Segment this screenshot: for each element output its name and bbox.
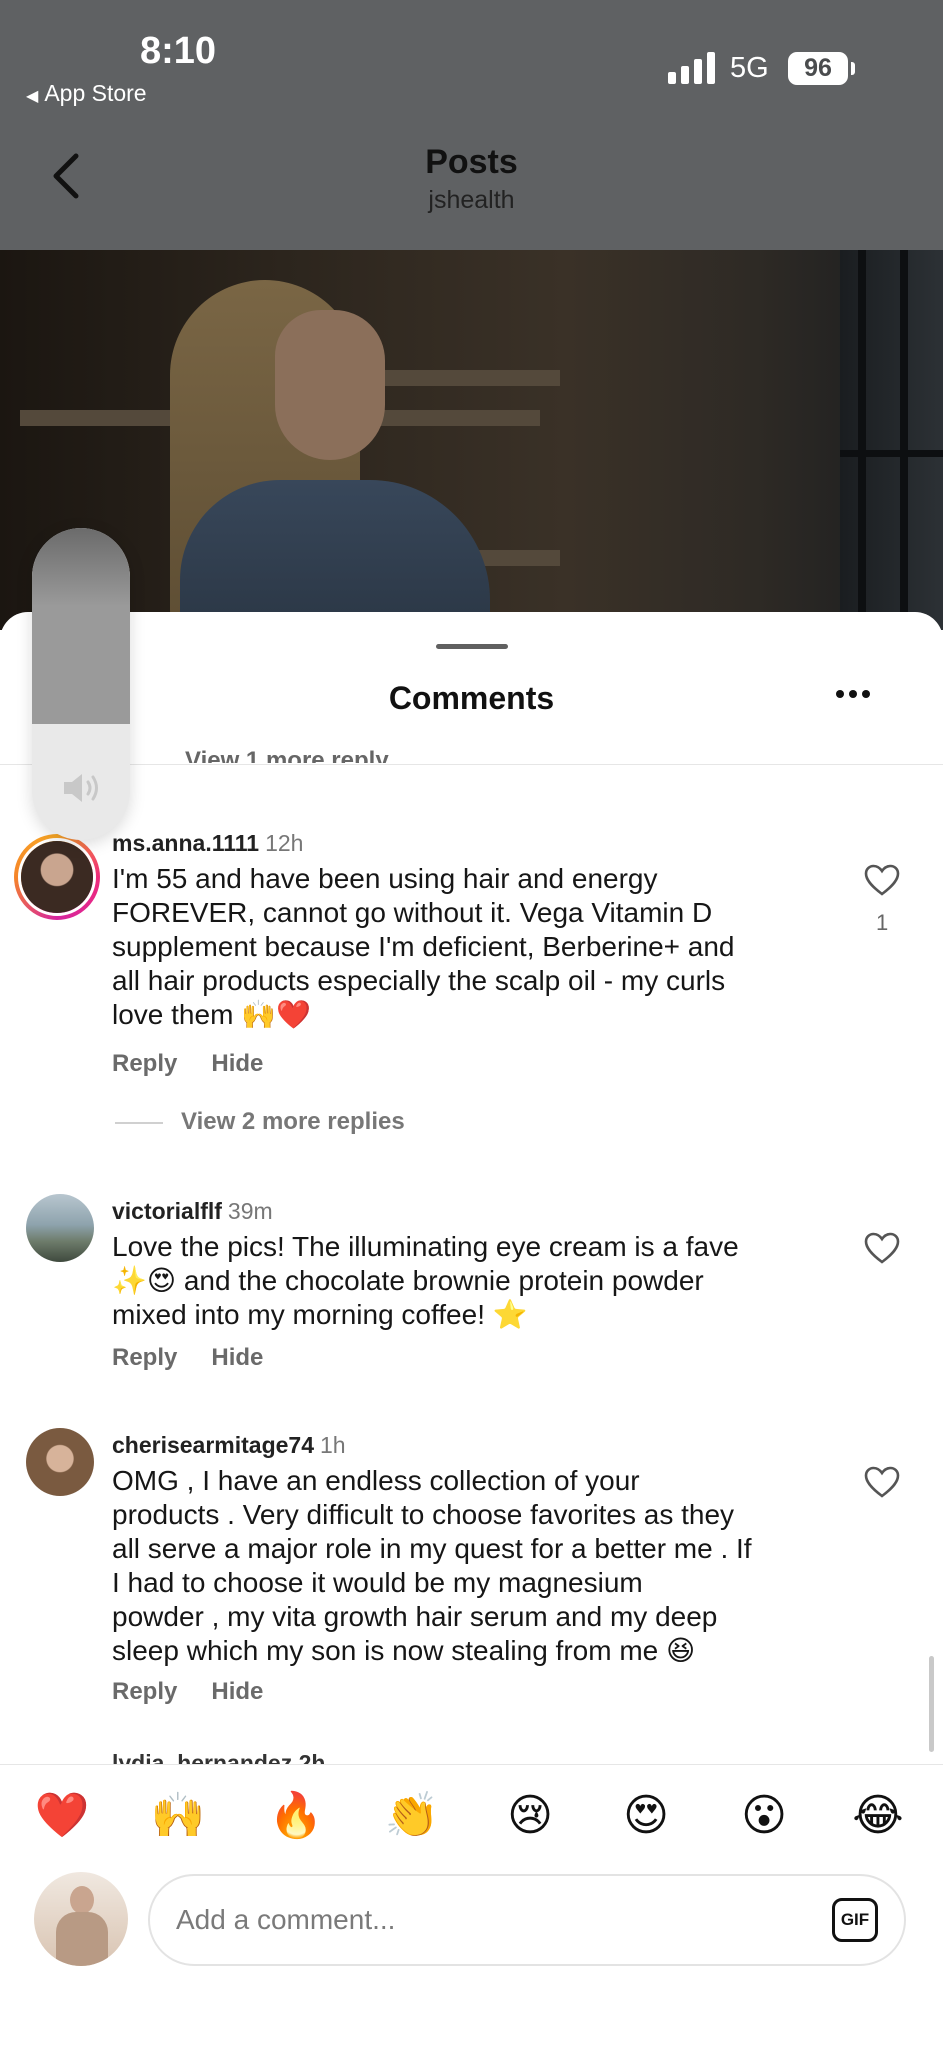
- comment-line: Love the pics! The illuminating eye crea…: [112, 1231, 739, 1262]
- username[interactable]: victorialflf: [112, 1198, 222, 1224]
- partial-next-comment: lydia_hernandez 2h: [112, 1752, 325, 1764]
- volume-level: [32, 528, 130, 724]
- replies-line: [115, 1121, 163, 1124]
- emoji-surprised[interactable]: 😮: [734, 1786, 794, 1846]
- emoji-fire[interactable]: 🔥: [266, 1786, 326, 1846]
- avatar-image: [26, 1194, 94, 1262]
- emoji-laughing[interactable]: 😂: [848, 1786, 908, 1846]
- comment-text: Love the pics! The illuminating eye crea…: [112, 1230, 832, 1332]
- comment-actions: Reply Hide: [112, 1050, 297, 1078]
- sheet-divider: [0, 764, 943, 765]
- back-app-label: App Store: [44, 80, 147, 106]
- window-frame: [840, 450, 943, 457]
- window-frame: [858, 250, 866, 630]
- emoji-heart[interactable]: ❤️: [32, 1786, 92, 1846]
- username[interactable]: ms.anna.1111: [112, 830, 259, 856]
- emoji-divider: [0, 1764, 943, 1765]
- window-frame: [900, 250, 908, 630]
- comment-input-box[interactable]: GIF: [148, 1874, 906, 1966]
- quick-emoji-bar: ❤️ 🙌 🔥 👏 😢 😍 😮 😂: [0, 1786, 943, 1846]
- comment-line: sleep which my son is now stealing from …: [112, 1635, 696, 1666]
- gif-button[interactable]: GIF: [832, 1898, 878, 1942]
- window-door: [840, 250, 943, 630]
- person-shirt: [180, 480, 490, 630]
- comment-line: powder , my vita growth hair serum and m…: [112, 1601, 718, 1632]
- comment-line: I had to choose it would be my magnesium: [112, 1567, 643, 1598]
- comment-author[interactable]: cherisearmitage74 1h: [112, 1432, 346, 1459]
- page-subtitle[interactable]: jshealth: [0, 186, 943, 215]
- avatar[interactable]: [26, 1194, 94, 1262]
- comments-title: Comments: [388, 680, 555, 716]
- emoji-crying[interactable]: 😢: [500, 1786, 560, 1846]
- volume-indicator: [32, 528, 130, 840]
- reply-button[interactable]: Reply: [112, 1344, 177, 1371]
- scroll-indicator[interactable]: [929, 1656, 934, 1752]
- comment-line: FOREVER, cannot go without it. Vega Vita…: [112, 897, 713, 928]
- comment-line: products . Very difficult to choose favo…: [112, 1499, 735, 1530]
- heart-icon[interactable]: [864, 1232, 900, 1264]
- battery-tip: [851, 62, 855, 75]
- more-options-icon[interactable]: [836, 690, 870, 700]
- back-triangle-icon: ◀: [26, 88, 39, 105]
- hide-button[interactable]: Hide: [211, 1344, 263, 1371]
- comment-time: 39m: [227, 1198, 273, 1224]
- comment-text: OMG , I have an endless collection of yo…: [112, 1464, 832, 1668]
- comment-time: 1h: [320, 1432, 346, 1458]
- shelf: [380, 370, 560, 386]
- battery-icon: 96: [788, 52, 848, 85]
- avatar-head: [70, 1886, 94, 1914]
- comment-actions: Reply Hide: [112, 1678, 297, 1706]
- speaker-icon: [64, 774, 98, 802]
- heart-icon[interactable]: [864, 864, 900, 896]
- emoji-clap[interactable]: 👏: [382, 1786, 442, 1846]
- comment-line: supplement because I'm deficient, Berber…: [112, 931, 735, 962]
- page-title: Posts: [425, 143, 518, 181]
- comment-text: I'm 55 and have been using hair and ener…: [112, 862, 832, 1032]
- hide-button[interactable]: Hide: [211, 1678, 263, 1705]
- comment-line: OMG , I have an endless collection of yo…: [112, 1465, 640, 1496]
- header-bar: 8:10 ◀ App Store 5G 96 Posts jshealth: [0, 0, 943, 250]
- comment-line: mixed into my morning coffee! ⭐: [112, 1299, 528, 1330]
- avatar[interactable]: [14, 834, 100, 920]
- reply-button[interactable]: Reply: [112, 1678, 177, 1705]
- comment-input[interactable]: [176, 1898, 756, 1942]
- avatar-body: [56, 1912, 108, 1966]
- reply-button[interactable]: Reply: [112, 1050, 177, 1077]
- like-count[interactable]: 1: [876, 910, 888, 936]
- heart-icon[interactable]: [864, 1466, 900, 1498]
- comment-actions: Reply Hide: [112, 1344, 297, 1372]
- back-to-app-store[interactable]: ◀ App Store: [26, 80, 147, 107]
- comment-line: love them 🙌❤️: [112, 999, 311, 1030]
- comment-line: all hair products especially the scalp o…: [112, 965, 726, 996]
- person-face: [275, 310, 385, 460]
- my-avatar: [34, 1872, 128, 1966]
- sheet-grabber[interactable]: [436, 644, 508, 649]
- network-label: 5G: [730, 52, 769, 84]
- view-replies-label: View 2 more replies: [181, 1108, 405, 1135]
- status-time: 8:10: [140, 30, 217, 72]
- comment-author[interactable]: ms.anna.1111 12h: [112, 830, 303, 857]
- view-replies-button[interactable]: View 2 more replies: [115, 1108, 405, 1136]
- comment-line: ✨😍 and the chocolate brownie protein pow…: [112, 1265, 704, 1296]
- avatar-image: [18, 838, 96, 916]
- signal-icon: [668, 50, 716, 84]
- emoji-raised-hands[interactable]: 🙌: [148, 1786, 208, 1846]
- comment-line: I'm 55 and have been using hair and ener…: [112, 863, 658, 894]
- username[interactable]: cherisearmitage74: [112, 1432, 314, 1458]
- comment-line: all serve a major role in my quest for a…: [112, 1533, 752, 1564]
- comment-author[interactable]: victorialflf 39m: [112, 1198, 273, 1225]
- comment-time: 12h: [265, 830, 304, 856]
- post-photo: [0, 250, 943, 630]
- avatar[interactable]: [26, 1428, 94, 1496]
- view-more-reply-clipped[interactable]: View 1 more reply: [185, 749, 389, 763]
- emoji-heart-eyes[interactable]: 😍: [616, 1786, 676, 1846]
- avatar-image: [26, 1428, 94, 1496]
- hide-button[interactable]: Hide: [211, 1050, 263, 1077]
